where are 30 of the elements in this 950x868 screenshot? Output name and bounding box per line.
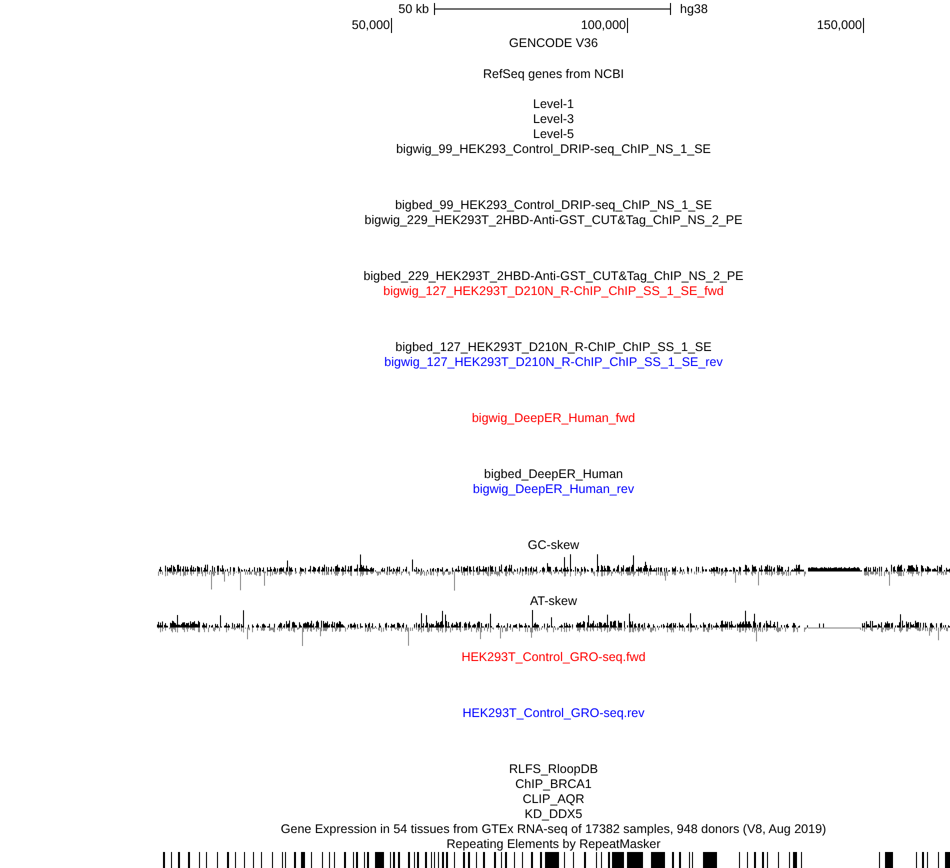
ruler-tick-label: 50,000 <box>352 18 392 33</box>
track-label: Level-1 <box>533 97 574 112</box>
track-label: Level-5 <box>533 127 574 142</box>
track-label: HEK293T_Control_GRO-seq.fwd <box>461 650 646 665</box>
track-label: bigwig_229_HEK293T_2HBD-Anti-GST_CUT&Tag_ChIP_NS_2_PE <box>364 213 742 228</box>
track-label: CLIP_AQR <box>522 792 584 807</box>
ruler-tick-label: 100,000 <box>580 18 628 33</box>
track-label: RLFS_RloopDB <box>509 762 598 777</box>
track-label: bigwig_127_HEK293T_D210N_R-ChIP_ChIP_SS_1_SE_rev <box>384 355 723 370</box>
track-label: AT-skew <box>530 594 577 609</box>
track-label: bigbed_229_HEK293T_2HBD-Anti-GST_CUT&Tag_ChIP_NS_2_PE <box>363 269 744 284</box>
assembly-label: hg38 <box>680 2 708 17</box>
track-label: Repeating Elements by RepeatMasker <box>446 837 660 852</box>
track-label: bigwig_DeepER_Human_rev <box>472 482 634 497</box>
track-label: bigwig_127_HEK293T_D210N_R-ChIP_ChIP_SS_1_SE_fwd <box>383 284 724 299</box>
track-label: HEK293T_Control_GRO-seq.rev <box>462 706 645 721</box>
track-label: RefSeq genes from NCBI <box>482 66 624 82</box>
track-label: bigbed_DeepER_Human <box>484 467 623 482</box>
track-label: Level-3 <box>533 112 574 127</box>
track-label: Gene Expression in 54 tissues from GTEx RNA-seq of 17382 samples, 948 donors (V8, Aug 2019) <box>280 822 826 837</box>
track-label: bigwig_DeepER_Human_fwd <box>472 411 636 426</box>
track-label: GC-skew <box>528 538 580 553</box>
scale-bar-label: 50 kb <box>398 2 429 17</box>
track-label: bigbed_127_HEK293T_D210N_R-ChIP_ChIP_SS_1_SE <box>395 340 712 355</box>
track-label: GENCODE V36 <box>509 36 598 51</box>
track-label: KD_DDX5 <box>524 807 582 822</box>
track-label: ChIP_BRCA1 <box>515 777 592 792</box>
track-label: bigbed_99_HEK293_Control_DRIP-seq_ChIP_NS_1_SE <box>395 198 712 213</box>
ruler-tick-label: 150,000 <box>816 18 864 33</box>
track-label: bigwig_99_HEK293_Control_DRIP-seq_ChIP_NS_1_SE <box>396 142 711 157</box>
